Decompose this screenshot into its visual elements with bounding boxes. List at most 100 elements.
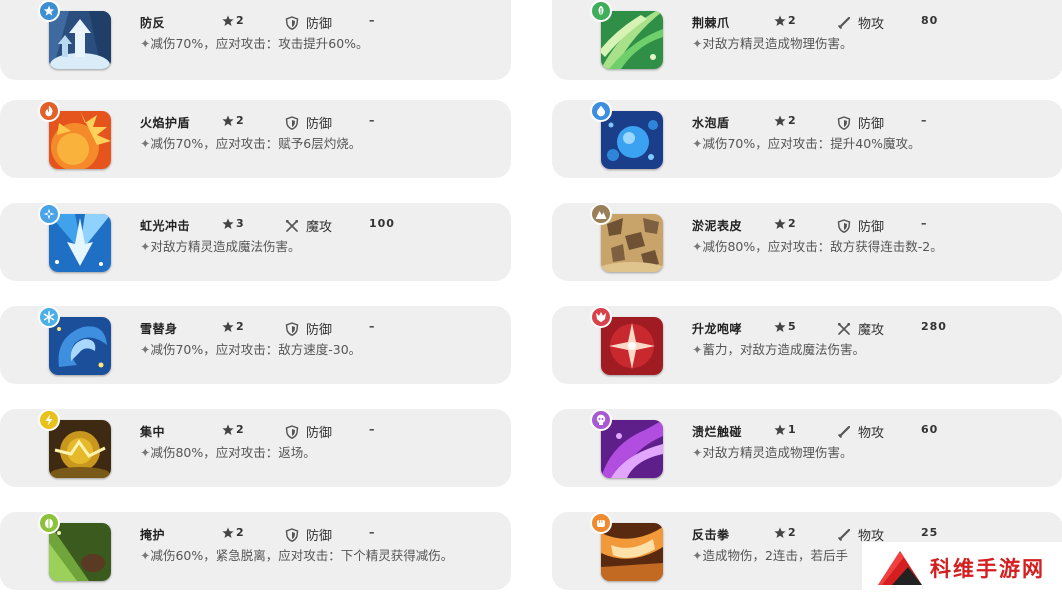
skill-cost: 3 (222, 217, 244, 230)
crossed-swords-icon (285, 219, 299, 232)
skill-cost: 2 (222, 526, 244, 539)
skill-power: – (369, 320, 376, 333)
skill-description: ✦减伤70%，应对攻击：敌方速度-30。 (140, 339, 460, 360)
skill-category-label: 防御 (306, 323, 333, 338)
skill-cost-value: 2 (236, 526, 244, 539)
skill-category-label: 魔攻 (858, 323, 885, 338)
skill-cost-value: 2 (236, 14, 244, 27)
skill-category-label: 魔攻 (306, 220, 333, 235)
skill-card-focus[interactable]: 集中 2 防御 – ✦减伤80%，应对攻击：返场。 (0, 409, 511, 487)
skill-category: 防御 (285, 525, 332, 544)
skill-card-snow[interactable]: 雪替身 2 防御 – ✦减伤70%，应对攻击：敌方速度-30。 (0, 306, 511, 384)
sword-icon (837, 528, 851, 541)
skill-cost-value: 2 (788, 526, 796, 539)
skill-category: 防御 (837, 216, 884, 235)
sparkle-icon: ✦ (140, 445, 151, 460)
shield-icon (837, 115, 851, 130)
skill-description-text: 对敌方精灵造成物理伤害。 (702, 36, 853, 51)
skill-name: 防反 (140, 16, 166, 30)
skill-name: 反击拳 (692, 528, 730, 542)
skill-cost-value: 5 (788, 320, 796, 333)
skill-cost: 2 (774, 114, 796, 127)
skill-card-rot[interactable]: 溃烂触碰 1 物攻 60 ✦对敌方精灵造成物理伤害。 (552, 409, 1062, 487)
star-icon (774, 321, 786, 332)
skill-category-label: 物攻 (858, 426, 885, 441)
skill-name: 水泡盾 (692, 116, 730, 130)
star-icon (222, 424, 234, 435)
star-icon (222, 218, 234, 229)
skill-description: ✦对敌方精灵造成魔法伤害。 (140, 236, 460, 257)
skill-name: 升龙咆哮 (692, 322, 743, 336)
skill-art-mud (601, 214, 663, 272)
sparkle-icon: ✦ (140, 239, 151, 254)
water-element-icon (590, 100, 612, 122)
skill-power: – (369, 114, 376, 127)
skill-cost-value: 2 (788, 114, 796, 127)
skill-name: 集中 (140, 425, 166, 439)
skill-card-dragon[interactable]: 升龙咆哮 5 魔攻 280 ✦蓄力，对敌方造成魔法伤害。 (552, 306, 1062, 384)
sword-icon (837, 425, 851, 438)
skill-name: 火焰护盾 (140, 116, 191, 130)
skill-description: ✦减伤60%，紧急脱离，应对攻击：下个精灵获得减伤。 (140, 545, 460, 566)
skill-description-text: 减伤70%，应对攻击：攻击提升60%。 (150, 36, 369, 51)
skill-description-text: 减伤80%，应对攻击：返场。 (150, 445, 316, 460)
skill-card-fire[interactable]: 火焰护盾 2 防御 – ✦减伤70%，应对攻击：赋予6层灼烧。 (0, 100, 511, 178)
skill-category: 防御 (285, 422, 332, 441)
normal-element-icon (38, 0, 60, 22)
skill-description-text: 蓄力，对敌方造成魔法伤害。 (702, 342, 865, 357)
skill-art-rainbow (49, 214, 111, 272)
skill-card-bubble[interactable]: 水泡盾 2 防御 – ✦减伤70%，应对攻击：提升40%魔攻。 (552, 100, 1062, 178)
star-icon (222, 15, 234, 26)
watermark: 科维手游网 (862, 542, 1062, 593)
shield-icon (285, 15, 299, 30)
crossed-swords-icon (837, 322, 851, 335)
skill-cost: 1 (774, 423, 796, 436)
skill-cost: 2 (774, 526, 796, 539)
skill-power: – (921, 114, 928, 127)
star-icon (774, 115, 786, 126)
skill-description: ✦对敌方精灵造成物理伤害。 (692, 442, 1012, 463)
shield-icon (285, 321, 299, 336)
star-icon (774, 218, 786, 229)
skill-description-text: 造成物伤，2连击，若后手 (702, 548, 848, 563)
sparkle-icon: ✦ (692, 36, 703, 51)
skill-description: ✦减伤70%，应对攻击：攻击提升60%。 (140, 33, 460, 54)
skill-category-label: 防御 (306, 529, 333, 544)
skill-cost-value: 2 (236, 114, 244, 127)
skill-name: 淤泥表皮 (692, 219, 743, 233)
electric-element-icon (38, 409, 60, 431)
sparkle-icon: ✦ (140, 36, 151, 51)
sparkle-icon: ✦ (140, 342, 151, 357)
skill-card-mud[interactable]: 淤泥表皮 2 防御 – ✦减伤80%，应对攻击：敌方获得连击数-2。 (552, 203, 1062, 281)
skill-art-rot (601, 420, 663, 478)
skill-category: 物攻 (837, 422, 884, 441)
skill-art-fire (49, 111, 111, 169)
sparkle-icon: ✦ (692, 548, 703, 563)
sparkle-icon: ✦ (692, 239, 703, 254)
skill-art-bubble (601, 111, 663, 169)
skill-card-thorn[interactable]: 荆棘爪 2 物攻 80 ✦对敌方精灵造成物理伤害。 (552, 0, 1062, 80)
skill-card-cover[interactable]: 掩护 2 防御 – ✦减伤60%，紧急脱离，应对攻击：下个精灵获得减伤。 (0, 512, 511, 590)
skill-cost-value: 2 (788, 217, 796, 230)
skill-power: – (369, 423, 376, 436)
skill-name: 掩护 (140, 528, 166, 542)
skill-card-defend[interactable]: 防反 2 防御 – ✦减伤70%，应对攻击：攻击提升60%。 (0, 0, 511, 80)
skill-description-text: 减伤80%，应对攻击：敌方获得连击数-2。 (702, 239, 943, 254)
skill-category-label: 防御 (306, 117, 333, 132)
bug-element-icon (38, 512, 60, 534)
dragon-element-icon (590, 306, 612, 328)
skill-description: ✦对敌方精灵造成物理伤害。 (692, 33, 1012, 54)
skill-category-label: 防御 (858, 117, 885, 132)
skill-description: ✦减伤80%，应对攻击：返场。 (140, 442, 460, 463)
skill-name: 溃烂触碰 (692, 425, 743, 439)
skill-power: – (921, 217, 928, 230)
skill-name: 荆棘爪 (692, 16, 730, 30)
skill-category: 魔攻 (285, 216, 332, 235)
skill-description: ✦减伤80%，应对攻击：敌方获得连击数-2。 (692, 236, 1012, 257)
skill-description-text: 对敌方精灵造成魔法伤害。 (150, 239, 301, 254)
skill-category: 防御 (285, 13, 332, 32)
shield-icon (285, 424, 299, 439)
shield-icon (285, 115, 299, 130)
skill-power: 80 (921, 14, 939, 27)
skill-card-rainbow[interactable]: 虹光冲击 3 魔攻 100 ✦对敌方精灵造成魔法伤害。 (0, 203, 511, 281)
